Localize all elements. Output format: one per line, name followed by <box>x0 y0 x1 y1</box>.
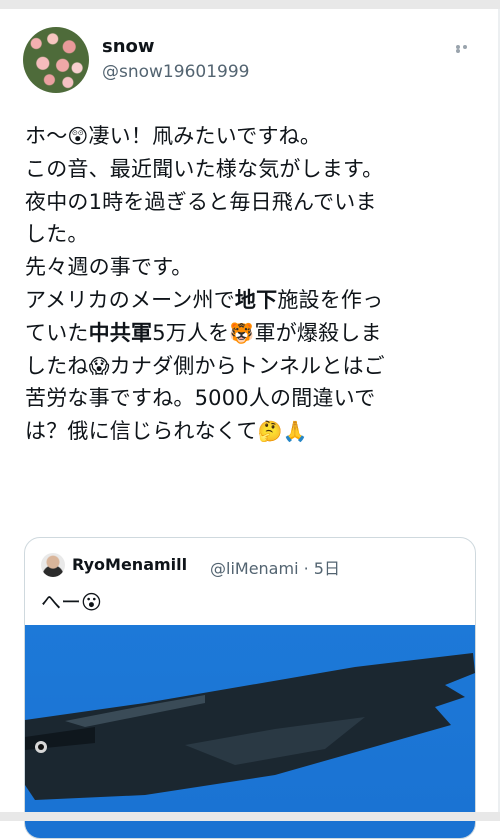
tweet-text-segment: 凄い！凧みたいですね。 この音、最近聞いた様な気がします。 夜中の1時を過ぎると… <box>25 124 384 312</box>
emoji-icon: 🤔 <box>257 419 283 444</box>
tweet-text: ホ〜😲凄い！凧みたいですね。 この音、最近聞いた様な気がします。 夜中の1時を過… <box>25 120 485 448</box>
bottom-divider <box>0 812 500 821</box>
handle[interactable]: @snow19601999 <box>102 62 249 82</box>
more-icon[interactable] <box>456 45 476 53</box>
emoji-icon: 😲 <box>67 124 89 148</box>
quote-text: へー😮 <box>41 586 102 615</box>
quote-meta: @liMenami · 5日 <box>210 559 340 578</box>
top-divider <box>0 0 500 9</box>
tweet-text-bold: 地下 <box>234 287 278 312</box>
avatar[interactable] <box>23 27 89 93</box>
tweet-text-segment: 5万人を <box>152 320 230 345</box>
quoted-tweet-card[interactable]: RyoMenamill @liMenami · 5日 へー😮 <box>24 537 476 839</box>
emoji-icon: 🙏 <box>282 419 308 444</box>
display-name[interactable]: snow <box>102 36 155 57</box>
quote-avatar <box>41 553 65 577</box>
surprised-emoji: 😮 <box>81 590 102 614</box>
stealth-bomber-illustration <box>25 653 475 800</box>
quote-image[interactable] <box>25 625 475 838</box>
quote-display-name: RyoMenamill <box>72 555 188 574</box>
tweet-text-segment: ホ〜 <box>25 124 68 148</box>
emoji-icon: 😱 <box>88 353 110 378</box>
emoji-icon: 🐯 <box>229 320 255 345</box>
quote-text-body: へー <box>41 590 81 614</box>
tweet-text-bold: 中共軍 <box>88 320 153 345</box>
